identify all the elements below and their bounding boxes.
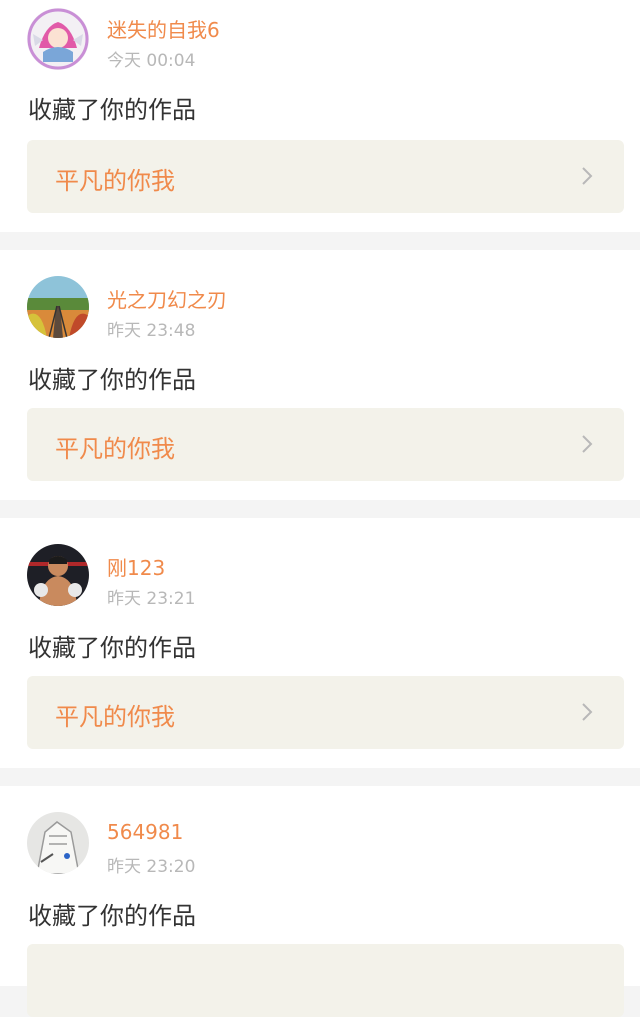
work-link[interactable] [27, 944, 624, 1017]
notification-card: 564981 昨天 23:20 收藏了你的作品 [0, 786, 640, 1017]
work-title: 平凡的你我 [55, 167, 175, 195]
chevron-right-icon [576, 433, 598, 455]
sketch-avatar-icon [27, 812, 89, 874]
work-link[interactable]: 平凡的你我 [27, 408, 624, 481]
username[interactable]: 刚123 [107, 552, 165, 581]
action-text: 收藏了你的作品 [28, 634, 196, 662]
avatar[interactable] [27, 812, 89, 874]
username[interactable]: 迷失的自我6 [107, 14, 220, 43]
work-title: 平凡的你我 [55, 703, 175, 731]
railway-landscape-avatar-icon [27, 276, 89, 338]
timestamp: 昨天 23:21 [107, 589, 196, 609]
avatar[interactable] [27, 544, 89, 606]
work-link[interactable]: 平凡的你我 [27, 676, 624, 749]
username[interactable]: 564981 [107, 820, 183, 844]
avatar[interactable] [27, 8, 89, 70]
notification-card: 迷失的自我6 今天 00:04 收藏了你的作品 平凡的你我 [0, 0, 640, 232]
action-text: 收藏了你的作品 [28, 902, 196, 930]
avatar[interactable] [27, 276, 89, 338]
notification-card: 光之刀幻之刃 昨天 23:48 收藏了你的作品 平凡的你我 [0, 250, 640, 500]
fighter-avatar-icon [27, 544, 89, 606]
anime-girl-avatar-icon [27, 8, 89, 70]
work-title: 平凡的你我 [55, 435, 175, 463]
notification-feed: 迷失的自我6 今天 00:04 收藏了你的作品 平凡的你我 光之刀幻之刃 昨天 [0, 0, 640, 1017]
chevron-right-icon [576, 701, 598, 723]
timestamp: 昨天 23:20 [107, 857, 196, 877]
action-text: 收藏了你的作品 [28, 96, 196, 124]
work-link[interactable]: 平凡的你我 [27, 140, 624, 213]
chevron-right-icon [576, 165, 598, 187]
notification-card: 刚123 昨天 23:21 收藏了你的作品 平凡的你我 [0, 518, 640, 768]
action-text: 收藏了你的作品 [28, 366, 196, 394]
timestamp: 昨天 23:48 [107, 321, 196, 341]
timestamp: 今天 00:04 [107, 51, 196, 71]
username[interactable]: 光之刀幻之刃 [107, 284, 227, 313]
